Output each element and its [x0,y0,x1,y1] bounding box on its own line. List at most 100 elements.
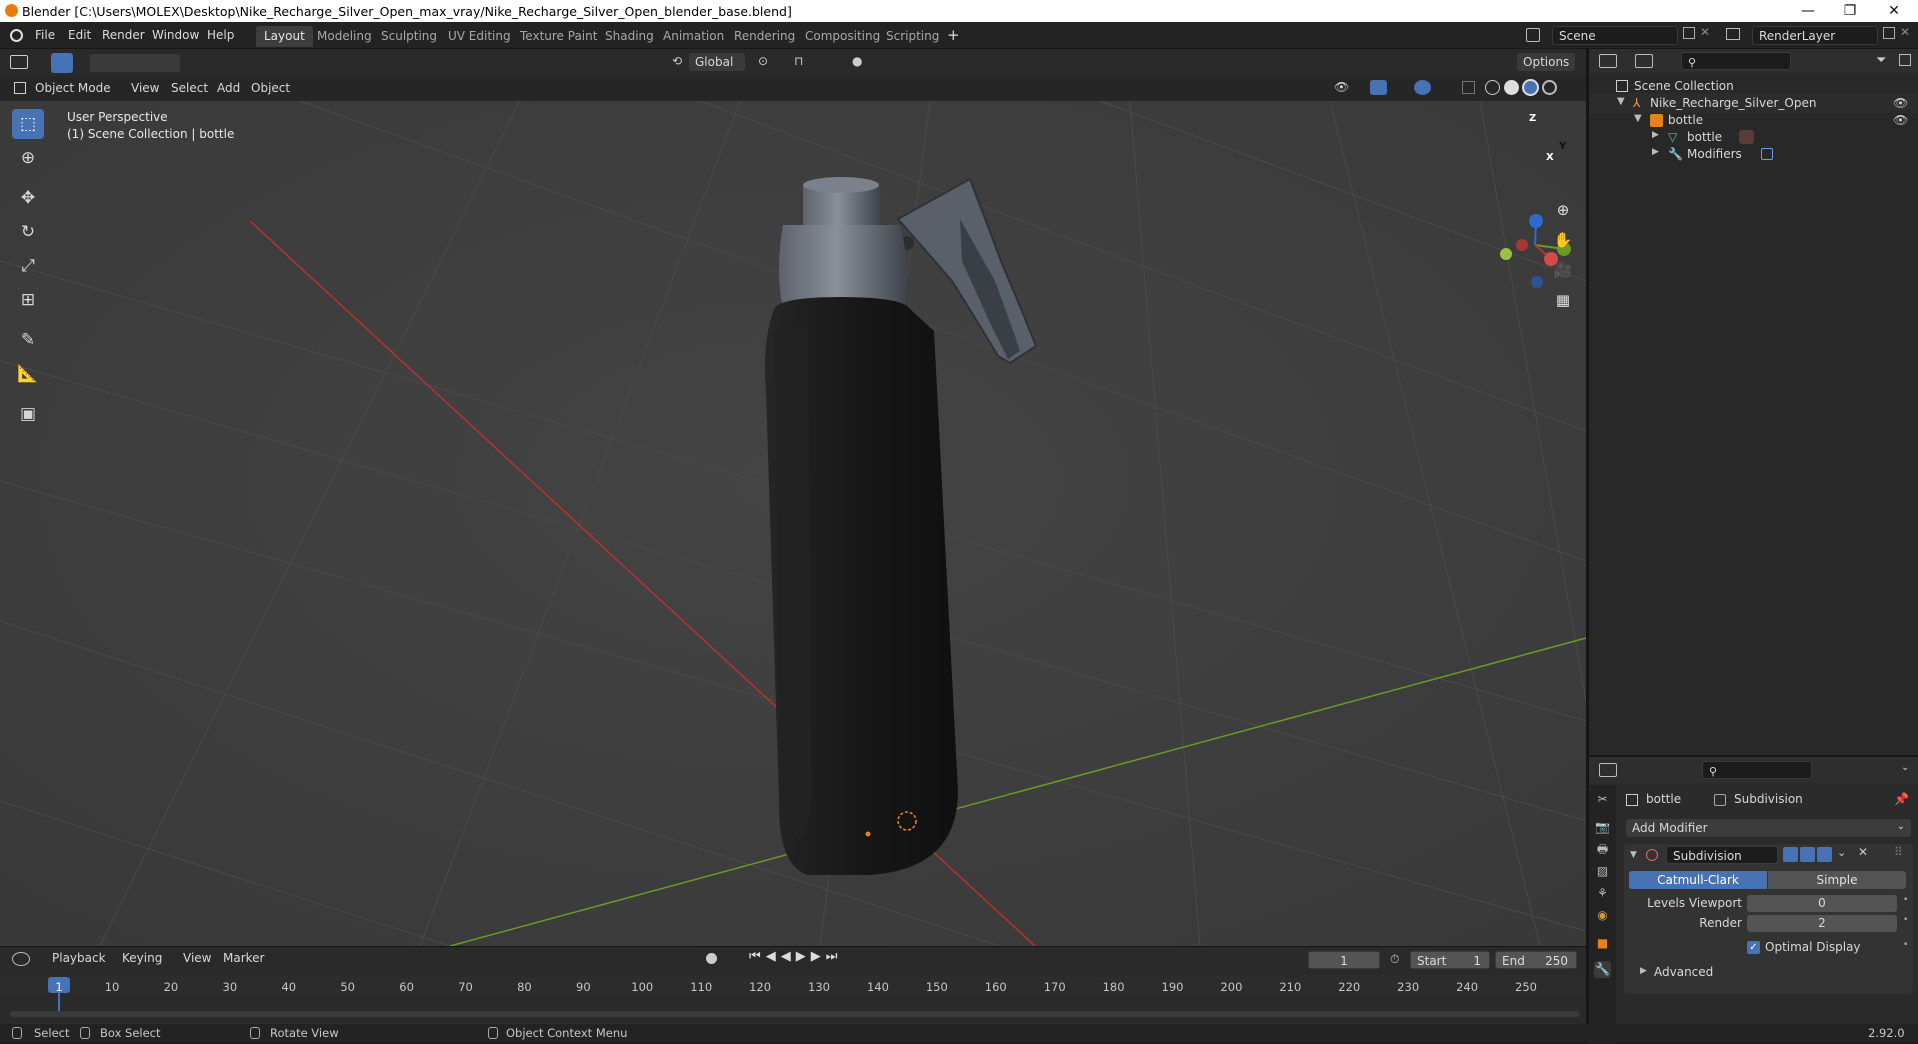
tab-rendering[interactable]: Rendering [726,26,803,47]
timeline-editor-icon[interactable] [12,952,30,966]
marker-menu[interactable]: Marker [223,951,264,965]
chevron-down-icon[interactable]: ▼ [1634,113,1642,124]
annotate-tool-icon[interactable]: ✎ [12,325,44,355]
remove-modifier-icon[interactable]: ✕ [1858,845,1868,859]
keyframe-dot-icon[interactable]: • [1903,895,1908,905]
pin-icon[interactable]: 📌 [1894,792,1909,806]
restore-button[interactable]: ❐ [1842,3,1858,19]
new-layer-icon[interactable] [1883,27,1895,39]
wireframe-shading-icon[interactable] [1485,80,1500,95]
end-frame-field[interactable]: End 250 [1495,951,1577,969]
chevron-down-icon[interactable]: ▼ [1630,850,1637,860]
view-menu[interactable]: View [131,81,159,95]
scene-tab-icon[interactable]: ⚘ [1594,885,1611,902]
simple-button[interactable]: Simple [1768,871,1906,889]
outliner-editor-icon[interactable] [1599,54,1617,68]
playback-menu[interactable]: Playback [52,951,106,965]
overlay-toggle-icon[interactable] [1414,80,1431,95]
select-menu[interactable]: Select [171,81,208,95]
add-cube-tool-icon[interactable]: ▣ [12,399,44,429]
modifier-tab-icon[interactable]: 🔧 [1594,961,1611,978]
tab-shading[interactable]: Shading [597,26,662,47]
modifier-name-field[interactable]: Subdivision [1666,846,1778,864]
outliner-row-modifiers[interactable]: ▶ 🔧 Modifiers [1589,144,1918,164]
rotate-tool-icon[interactable]: ↻ [12,217,44,247]
chevron-down-icon[interactable]: ▼ [1617,96,1625,107]
catmull-clark-button[interactable]: Catmull-Clark [1629,871,1767,889]
3d-viewport[interactable]: Z Y X User Perspective (1) Scene Collect… [0,101,1586,946]
xray-toggle-icon[interactable] [1462,81,1475,94]
visibility-icon[interactable]: 👁 [1334,80,1349,94]
tab-compositing[interactable]: Compositing [797,26,888,47]
chevron-down-icon[interactable]: ⌄ [1901,762,1909,773]
tab-modeling[interactable]: Modeling [309,26,380,47]
view-layer-icon[interactable] [1726,28,1740,40]
transform-orientation-dropdown[interactable]: Global [689,53,745,71]
gizmo-toggle-icon[interactable] [1370,80,1387,95]
world-tab-icon[interactable]: ◉ [1594,907,1611,924]
select-tool-icon[interactable] [51,53,73,73]
view-layer-tab-icon[interactable]: ▨ [1594,863,1611,880]
delete-scene-icon[interactable]: ✕ [1700,25,1710,39]
options-dropdown[interactable]: Options [1517,53,1576,71]
transform-tool-icon[interactable]: ⊞ [12,285,44,315]
object-tab-icon[interactable]: ■ [1594,935,1611,952]
proportional-edit-icon[interactable]: ● [852,54,862,68]
camera-view-icon[interactable]: 🎥 [1551,258,1575,282]
tab-uv-editing[interactable]: UV Editing [440,26,519,47]
menu-file[interactable]: File [35,28,55,42]
blender-menu-icon[interactable] [10,29,23,42]
eye-icon[interactable]: 👁 [1893,113,1908,127]
add-workspace-button[interactable]: + [947,26,960,44]
properties-editor-icon[interactable] [1599,763,1617,777]
render-tab-icon[interactable]: 📷 [1594,819,1611,836]
new-collection-icon[interactable] [1899,54,1911,66]
chevron-right-icon[interactable]: ▶ [1652,130,1659,140]
object-menu[interactable]: Object [251,81,290,95]
add-modifier-dropdown[interactable]: Add Modifier ⌄ [1626,819,1911,837]
add-menu[interactable]: Add [217,81,240,95]
solid-shading-icon[interactable] [1504,80,1519,95]
playback-controls[interactable]: ⏮◀◀▶▶⏭ [749,949,842,964]
tab-scripting[interactable]: Scripting [878,26,947,47]
tab-layout[interactable]: Layout [256,26,313,47]
material-preview-icon[interactable] [1522,79,1539,96]
zoom-icon[interactable]: ⊕ [1551,198,1575,222]
eye-icon[interactable]: 👁 [1893,96,1908,110]
optimal-display-checkbox[interactable]: ✓ [1747,941,1760,954]
tab-sculpting[interactable]: Sculpting [373,26,445,47]
stopwatch-icon[interactable]: ⏱ [1390,952,1399,967]
chevron-right-icon[interactable]: ▶ [1640,966,1647,976]
tool-tab-icon[interactable]: ✂ [1594,791,1611,808]
display-mode-icon[interactable] [1635,54,1653,68]
levels-viewport-field[interactable]: 0 [1747,895,1897,912]
new-scene-icon[interactable] [1683,27,1695,39]
tab-texture-paint[interactable]: Texture Paint [512,26,605,47]
scene-name-field[interactable]: Scene [1552,26,1678,45]
snap-icon[interactable]: ⊓ [794,54,803,68]
measure-tool-icon[interactable]: 📐 [12,359,44,389]
scale-tool-icon[interactable]: ⤢ [12,251,44,281]
menu-render[interactable]: Render [102,28,145,42]
render-toggle-icon[interactable] [1817,847,1832,862]
auto-key-icon[interactable] [706,953,717,964]
selection-mode-buttons[interactable] [90,54,180,72]
keyframe-dot-icon[interactable]: • [1903,915,1908,925]
render-levels-field[interactable]: 2 [1747,915,1897,932]
properties-search-input[interactable]: ⚲ [1702,761,1812,779]
timeline-scrollbar[interactable] [10,1011,1580,1017]
advanced-subpanel-label[interactable]: Advanced [1654,965,1713,979]
tab-animation[interactable]: Animation [655,26,732,47]
timeline-view-menu[interactable]: View [183,951,211,965]
delete-layer-icon[interactable]: ✕ [1900,25,1910,39]
chevron-down-icon[interactable]: ⌄ [1837,846,1846,859]
pan-hand-icon[interactable]: ✋ [1551,228,1575,252]
cursor-tool-icon[interactable]: ⊕ [12,143,44,173]
menu-help[interactable]: Help [207,28,234,42]
output-tab-icon[interactable]: 🖶 [1594,841,1611,858]
editor-type-icon[interactable] [10,55,28,69]
drag-handle-icon[interactable]: ⠿ [1894,845,1903,859]
pivot-point-icon[interactable]: ⊙ [758,54,768,68]
minimize-button[interactable]: — [1800,3,1816,19]
menu-window[interactable]: Window [152,28,199,42]
